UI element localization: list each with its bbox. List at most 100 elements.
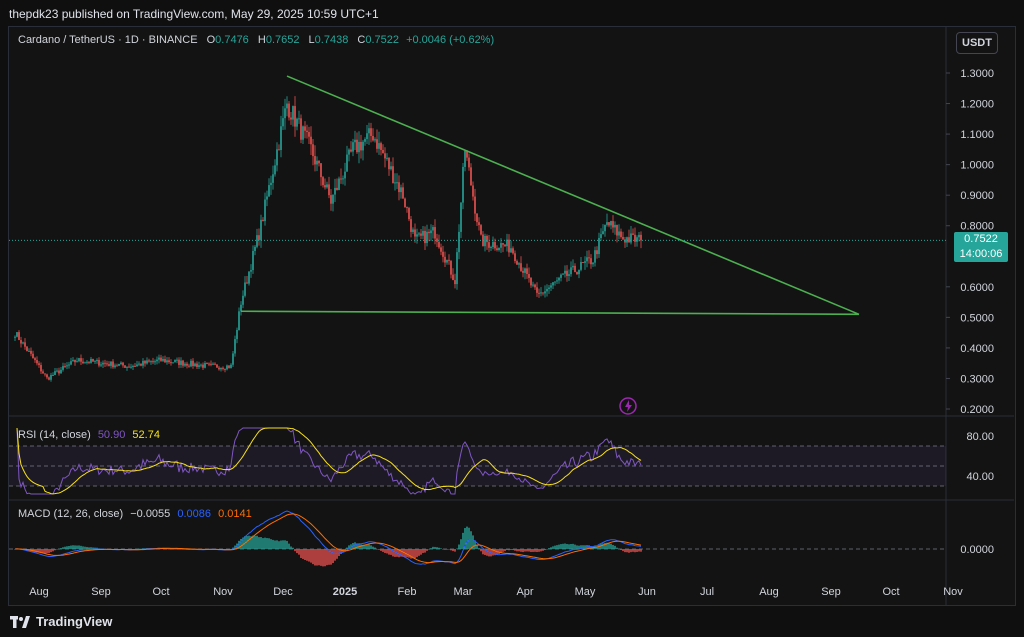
candle-body xyxy=(220,367,222,370)
macd-hist-bar xyxy=(420,549,422,555)
candle-body xyxy=(152,361,154,363)
candle-body xyxy=(28,350,30,352)
macd-hist-bar xyxy=(462,532,464,549)
macd-title[interactable]: MACD (12, 26, close) xyxy=(18,508,123,520)
candle-up xyxy=(430,224,432,241)
macd-hist-bar xyxy=(470,531,472,549)
candle-up xyxy=(270,175,272,195)
candle-body xyxy=(394,182,396,184)
macd-hist-bar xyxy=(416,549,418,558)
candle-up xyxy=(570,261,572,277)
candle-body xyxy=(270,182,272,186)
chart-canvas[interactable]: 1.3000 1.2000 1.1000 1.0000 0.9000 0.8000 0.60… xyxy=(0,0,1024,637)
candle-body xyxy=(524,268,526,273)
candle-body xyxy=(314,156,316,165)
macd-hist-bar xyxy=(316,549,318,566)
candle-down xyxy=(112,359,114,369)
symbol-name[interactable]: Cardano / TetherUS · 1D · BINANCE xyxy=(18,34,198,46)
macd-hist-bar xyxy=(422,549,424,553)
candle-up xyxy=(342,175,344,185)
candle-body xyxy=(530,277,532,286)
candle-body xyxy=(436,238,438,242)
candle-down xyxy=(182,359,184,368)
candle-body xyxy=(522,270,524,273)
candle-down xyxy=(424,226,426,251)
macd-hist-bar xyxy=(568,544,570,549)
candle-body xyxy=(408,207,410,220)
macd-hist-bar xyxy=(442,548,444,550)
candle-up xyxy=(132,364,134,370)
macd-hist-bar xyxy=(72,545,74,549)
currency-button[interactable]: USDT xyxy=(956,32,998,54)
candle-up xyxy=(358,131,360,164)
macd-hist-bar xyxy=(304,549,306,560)
candle-up xyxy=(100,361,102,367)
candle-body xyxy=(148,360,150,362)
candle-up xyxy=(280,115,282,158)
candle-body xyxy=(390,166,392,170)
candle-body xyxy=(564,270,566,274)
candle-body xyxy=(292,106,294,120)
candle-body xyxy=(146,360,148,364)
macd-hist-bar xyxy=(294,549,296,552)
candle-up xyxy=(602,224,604,235)
candle-up xyxy=(344,162,346,186)
macd-hist-bar xyxy=(482,549,484,555)
candle-up xyxy=(66,362,68,370)
last-price-tag: 0.7522 14:00:06 xyxy=(954,232,1008,262)
candle-down xyxy=(502,242,504,253)
candle-up xyxy=(394,173,396,191)
candle-body xyxy=(392,166,394,184)
candle-body xyxy=(460,202,462,232)
candle-body xyxy=(544,291,546,294)
candle-body xyxy=(528,273,530,278)
candle-body xyxy=(86,361,88,363)
candle-body xyxy=(616,224,618,236)
candle-body xyxy=(320,163,322,178)
macd-hist-bar xyxy=(308,549,310,562)
rsi-title[interactable]: RSI (14, close) xyxy=(18,429,91,441)
y-tick-label: 0.8000 xyxy=(960,221,994,233)
candle-up xyxy=(282,106,284,130)
x-tick-label: Jul xyxy=(700,586,714,598)
candle-down xyxy=(542,292,544,296)
candle-down xyxy=(450,260,452,279)
candle-down xyxy=(222,366,224,371)
candle-body xyxy=(106,363,108,365)
candle-body xyxy=(176,359,178,361)
candle-body xyxy=(562,273,564,275)
candle-up xyxy=(130,363,132,369)
candle-body xyxy=(640,234,642,241)
macd-hist-bar xyxy=(504,549,506,552)
macd-hist-bar xyxy=(556,545,558,549)
candle-body xyxy=(344,171,346,179)
candle-body xyxy=(50,374,52,380)
candle-body xyxy=(538,292,540,294)
macd-hist-bar xyxy=(546,549,548,550)
candle-body xyxy=(424,230,426,244)
candle-up xyxy=(630,225,632,245)
candle-up xyxy=(586,250,588,268)
candle-body xyxy=(542,292,544,294)
candle-up xyxy=(174,359,176,363)
candle-body xyxy=(558,277,560,281)
candle-body xyxy=(350,149,352,152)
support-line xyxy=(240,310,860,316)
candle-up xyxy=(418,231,420,237)
candle-body xyxy=(306,130,308,133)
candle-body xyxy=(156,359,158,362)
candle-down xyxy=(482,231,484,247)
candle-down xyxy=(246,275,248,284)
macd-hist-bar xyxy=(378,549,380,550)
candle-up xyxy=(248,270,250,286)
candle-up xyxy=(252,245,254,274)
macd-hist-bar xyxy=(630,549,632,553)
candle-down xyxy=(622,231,624,241)
candle-down xyxy=(640,231,642,249)
candle-up xyxy=(184,362,186,368)
macd-hist-bar xyxy=(514,549,516,551)
tradingview-brand[interactable]: TradingView xyxy=(10,614,112,629)
candle-down xyxy=(404,197,406,208)
macd-hist-bar xyxy=(636,549,638,552)
macd-hist-bar xyxy=(292,547,294,549)
